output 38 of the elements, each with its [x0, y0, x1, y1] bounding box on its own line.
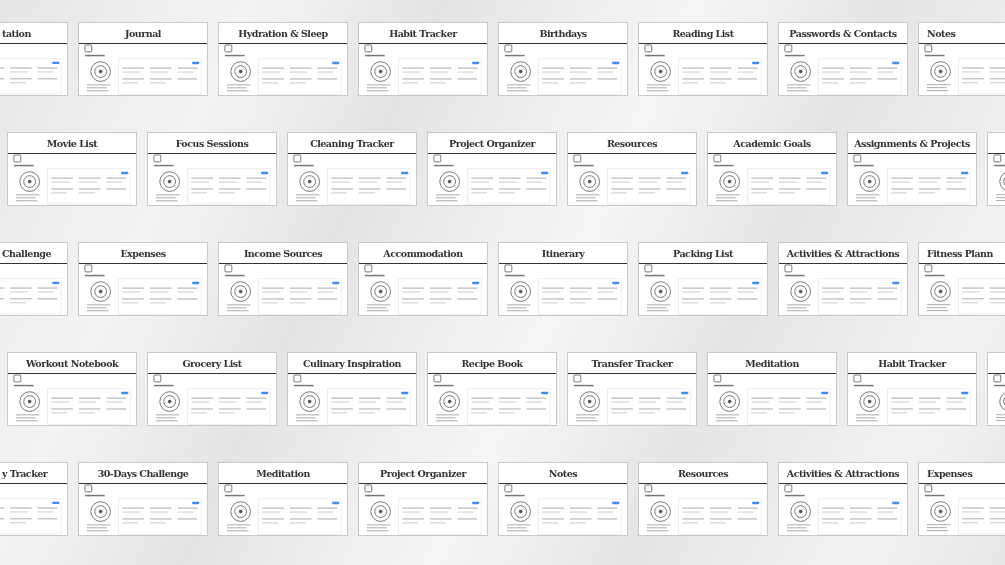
card-title: Resources	[677, 467, 729, 479]
card-title: Reading List	[672, 27, 734, 39]
card-title: Project Organizer	[449, 137, 535, 149]
card-title: Habit Tracker	[389, 27, 457, 39]
card-title: Passwords & Contacts	[789, 27, 897, 39]
card-title: Expenses	[120, 247, 166, 259]
card-title: Fitness Plann	[927, 247, 993, 259]
card-title: Income Sources	[243, 247, 323, 259]
card-title: Resources	[606, 137, 658, 149]
card-title: Assignments & Projects	[854, 137, 970, 149]
card-title: tation	[2, 27, 31, 39]
card-title: Expenses	[927, 467, 973, 479]
card-title: Activities & Attractions	[786, 247, 900, 259]
card-title: Itinerary	[541, 247, 585, 259]
card-title: 30-Days Challenge	[97, 467, 189, 479]
card-title: y Tracker	[2, 467, 48, 479]
card-title: Culinary Inspiration	[303, 357, 401, 369]
card-title: Focus Sessions	[175, 137, 249, 149]
card-title: Recipe Book	[461, 357, 523, 369]
card-title: Notes	[927, 27, 956, 39]
card-title: Hydration & Sleep	[238, 27, 328, 39]
card-title: Meditation	[256, 467, 310, 479]
card-title: Meditation	[745, 357, 799, 369]
card-title: Transfer Tracker	[591, 357, 673, 369]
card-title: Cleaning Tracker	[310, 137, 394, 149]
card-title: Movie List	[46, 137, 98, 149]
card-title: Habit Tracker	[878, 357, 946, 369]
card-title: Grocery List	[182, 357, 242, 369]
card-title: Accommodation	[383, 247, 463, 259]
card-title: Academic Goals	[733, 137, 811, 149]
card-title: Project Organizer	[380, 467, 466, 479]
card-title: Birthdays	[539, 27, 587, 39]
card-title: Activities & Attractions	[786, 467, 900, 479]
card-title: Challenge	[2, 247, 51, 259]
card-title: Journal	[125, 27, 161, 39]
card-title: Packing List	[673, 247, 733, 259]
card-title: Workout Notebook	[25, 357, 119, 369]
card-title: Notes	[548, 467, 578, 479]
